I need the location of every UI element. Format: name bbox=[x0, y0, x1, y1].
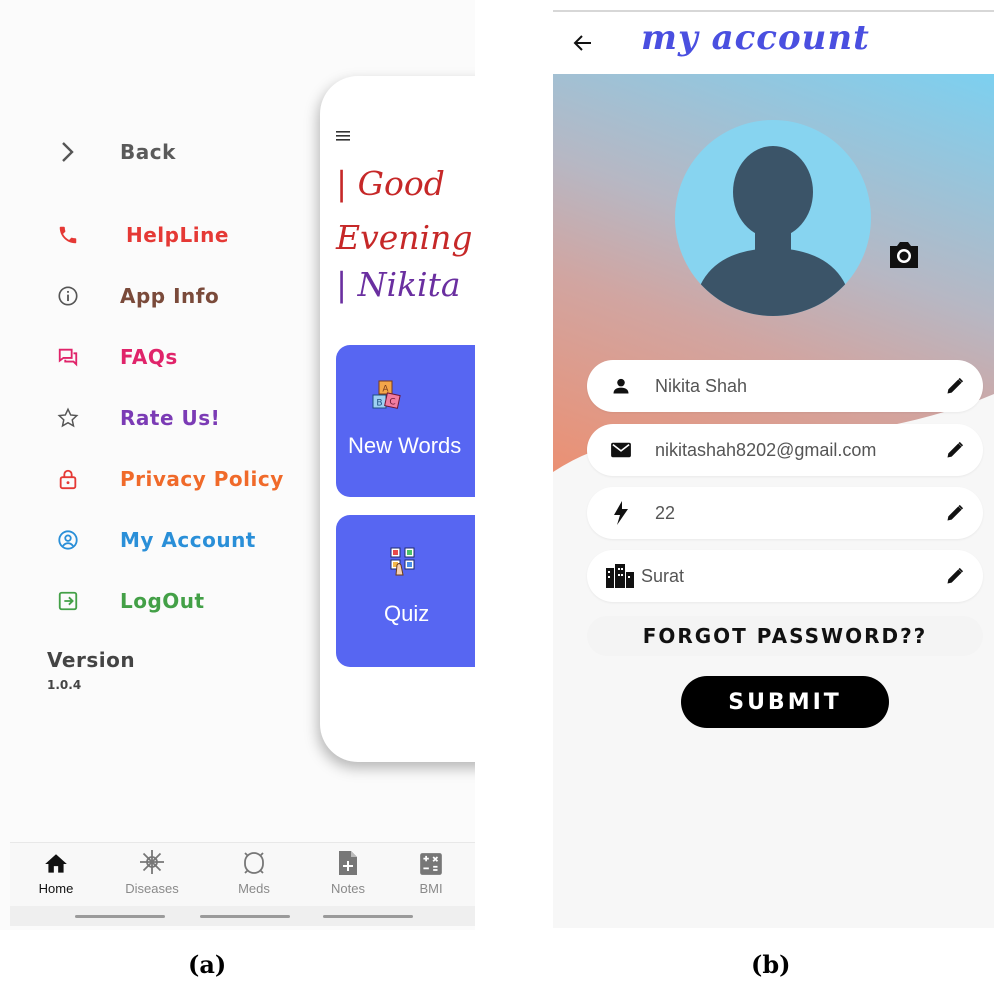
logout-icon bbox=[56, 589, 80, 613]
city-field[interactable]: Surat bbox=[587, 550, 983, 602]
lock-icon bbox=[56, 467, 80, 491]
account-circle-icon bbox=[56, 528, 80, 552]
edit-icon[interactable] bbox=[943, 374, 967, 398]
age-field[interactable]: 22 bbox=[587, 487, 983, 539]
wave-shape bbox=[553, 394, 994, 512]
quiz-icon bbox=[388, 545, 424, 585]
name-value: Nikita Shah bbox=[655, 375, 748, 396]
nav-item-meds[interactable]: Meds bbox=[209, 843, 299, 896]
submit-button[interactable]: SUBMIT bbox=[681, 676, 889, 728]
drawer-item-label: HelpLine bbox=[126, 223, 229, 247]
nav-item-notes[interactable]: Notes bbox=[303, 843, 393, 896]
back-arrow-icon[interactable] bbox=[573, 34, 593, 56]
greeting-line-3: | Nikita bbox=[336, 265, 461, 304]
drawer-item-app-info[interactable]: App Info bbox=[56, 276, 219, 316]
nav-label: Meds bbox=[238, 881, 270, 896]
bolt-icon bbox=[609, 501, 633, 525]
gesture-line bbox=[200, 915, 290, 918]
note-add-icon bbox=[337, 843, 359, 877]
city-value: Surat bbox=[641, 565, 685, 586]
email-field[interactable]: nikitashah8202@gmail.com bbox=[587, 424, 983, 476]
tile-new-words[interactable]: A B C New Words bbox=[336, 345, 475, 497]
person-icon bbox=[609, 374, 633, 398]
nav-item-bmi[interactable]: BMI bbox=[386, 843, 475, 896]
bottom-navigation: Home Diseases Meds Notes BMI bbox=[10, 842, 475, 907]
drawer-item-label: My Account bbox=[120, 528, 256, 552]
drawer-item-privacy-policy[interactable]: Privacy Policy bbox=[56, 459, 284, 499]
phone-icon bbox=[56, 223, 80, 247]
info-icon bbox=[56, 284, 80, 308]
camera-icon[interactable] bbox=[886, 238, 922, 274]
tile-label: Quiz bbox=[384, 601, 430, 626]
drawer-item-logout[interactable]: LogOut bbox=[56, 581, 205, 621]
email-value: nikitashah8202@gmail.com bbox=[655, 439, 877, 460]
drawer-screen: Back HelpLine App Info FAQs Rate Us! Pri… bbox=[0, 0, 475, 930]
drawer-item-label: FAQs bbox=[120, 345, 178, 369]
pill-icon bbox=[240, 843, 268, 877]
nav-label: BMI bbox=[419, 881, 443, 896]
version-number: 1.0.4 bbox=[47, 678, 82, 692]
chat-icon bbox=[56, 345, 80, 369]
caption-a: (a) bbox=[188, 950, 227, 979]
drawer-item-helpline[interactable]: HelpLine bbox=[56, 215, 229, 255]
nav-item-diseases[interactable]: Diseases bbox=[107, 843, 197, 896]
svg-text:C: C bbox=[389, 398, 395, 408]
nav-label: Diseases bbox=[125, 881, 179, 896]
edit-icon[interactable] bbox=[943, 564, 967, 588]
account-screen: my account Nikita Shah nikitashah8202@gm… bbox=[553, 10, 994, 928]
gesture-line bbox=[75, 915, 165, 918]
forgot-password-button[interactable]: FORGOT PASSWORD?? bbox=[587, 616, 983, 656]
email-icon bbox=[609, 438, 633, 462]
drawer-item-label: Privacy Policy bbox=[120, 467, 284, 491]
greeting-line-1: | Good bbox=[336, 164, 445, 203]
version-title: Version bbox=[47, 648, 136, 672]
nav-label: Home bbox=[38, 881, 74, 896]
gesture-bar bbox=[10, 906, 475, 926]
drawer-item-rate-us[interactable]: Rate Us! bbox=[56, 398, 220, 438]
menu-icon[interactable] bbox=[336, 128, 352, 147]
greeting-line-2: Evening bbox=[336, 218, 473, 257]
home-icon bbox=[43, 843, 69, 877]
name-field[interactable]: Nikita Shah bbox=[587, 360, 983, 412]
drawer-item-label: App Info bbox=[120, 284, 220, 308]
edit-icon[interactable] bbox=[943, 501, 967, 525]
tile-label: New Words bbox=[348, 433, 462, 458]
star-icon bbox=[56, 406, 80, 430]
caption-b: (b) bbox=[751, 950, 791, 979]
drawer-item-faqs[interactable]: FAQs bbox=[56, 337, 178, 377]
abc-blocks-icon: A B C bbox=[370, 379, 402, 415]
age-value: 22 bbox=[655, 502, 676, 523]
drawer-item-label: Back bbox=[120, 140, 176, 164]
gesture-line bbox=[323, 915, 413, 918]
svg-text:B: B bbox=[376, 399, 382, 409]
calculator-icon bbox=[418, 843, 444, 877]
avatar[interactable] bbox=[675, 120, 871, 316]
virus-icon bbox=[137, 843, 167, 877]
city-icon bbox=[605, 564, 635, 588]
nav-item-home[interactable]: Home bbox=[11, 843, 101, 896]
drawer-item-back[interactable]: Back bbox=[56, 132, 176, 172]
chevron-right-icon bbox=[56, 140, 80, 164]
drawer-item-label: LogOut bbox=[120, 589, 205, 613]
nav-label: Notes bbox=[331, 881, 365, 896]
drawer-item-label: Rate Us! bbox=[120, 406, 221, 430]
edit-icon[interactable] bbox=[943, 438, 967, 462]
drawer-item-my-account[interactable]: My Account bbox=[56, 520, 256, 560]
page-title: my account bbox=[641, 18, 870, 58]
tile-quiz[interactable]: Quiz bbox=[336, 515, 475, 667]
